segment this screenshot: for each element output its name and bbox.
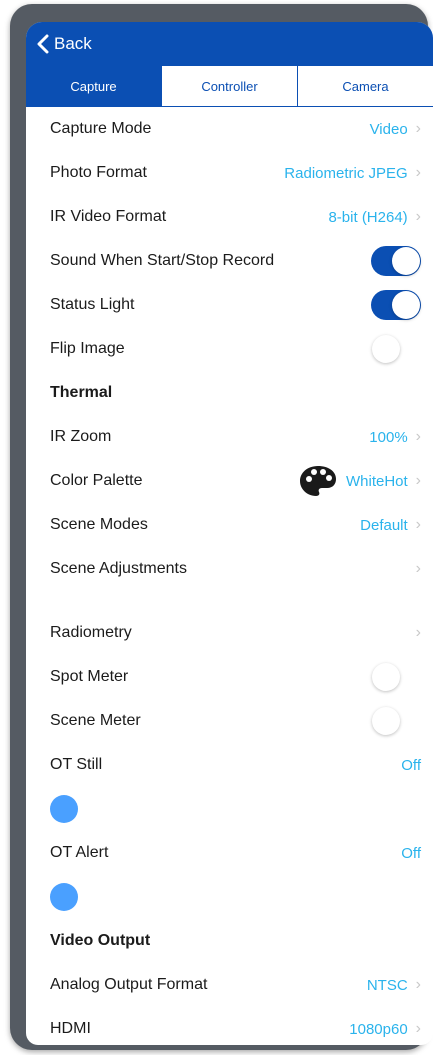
chevron-right-icon: › (415, 208, 421, 225)
row-ot-alert[interactable]: OT Alert Off (26, 831, 433, 875)
scene-adjustments-right: › (408, 560, 421, 578)
section-header-video-output: Video Output (26, 919, 433, 963)
status-light-toggle[interactable] (371, 290, 421, 320)
flip-image-toggle[interactable] (371, 334, 421, 364)
row-capture-mode[interactable]: Capture Mode Video › (26, 107, 433, 151)
radiometry-label: Radiometry (50, 624, 132, 641)
sound-record-label: Sound When Start/Stop Record (50, 252, 275, 269)
chevron-right-icon: › (415, 976, 421, 993)
hdmi-value: 1080p60 (349, 1020, 408, 1038)
ir-zoom-value: 100% (369, 428, 408, 446)
screen: Back Capture Controller Camera Capture M… (26, 22, 433, 1045)
chevron-right-icon: › (415, 120, 421, 137)
row-scene-adjustments[interactable]: Scene Adjustments › (26, 547, 433, 591)
color-palette-right: WhiteHot › (298, 464, 421, 498)
chevron-right-icon: › (415, 428, 421, 445)
hdmi-right: 1080p60 › (349, 1020, 421, 1038)
spot-meter-toggle[interactable] (371, 662, 421, 692)
scene-meter-toggle[interactable] (371, 706, 421, 736)
analog-output-right: NTSC › (367, 976, 421, 994)
sound-record-toggle[interactable] (371, 246, 421, 276)
back-button[interactable]: Back (36, 34, 92, 54)
ir-video-format-value: 8-bit (H264) (328, 208, 408, 226)
capture-mode-label: Capture Mode (50, 120, 152, 137)
tab-capture[interactable]: Capture (26, 66, 161, 106)
chevron-right-icon: › (415, 472, 421, 489)
photo-format-right: Radiometric JPEG › (284, 164, 421, 182)
toggle-knob (392, 291, 420, 319)
video-output-header: Video Output (50, 932, 151, 949)
status-light-label: Status Light (50, 296, 135, 313)
row-radiometry[interactable]: Radiometry › (26, 611, 433, 655)
ir-video-format-right: 8-bit (H264) › (328, 208, 421, 226)
scene-modes-right: Default › (360, 516, 421, 534)
settings-list: Capture Mode Video › Photo Format Radiom… (26, 107, 433, 1045)
row-flip-image: Flip Image (26, 327, 433, 371)
row-scene-modes[interactable]: Scene Modes Default › (26, 503, 433, 547)
toggle-knob (392, 247, 420, 275)
navigation-bar: Back (26, 22, 433, 66)
toggle-knob (372, 707, 400, 735)
row-scene-meter: Scene Meter (26, 699, 433, 743)
capture-mode-right: Video › (370, 120, 421, 138)
row-photo-format[interactable]: Photo Format Radiometric JPEG › (26, 151, 433, 195)
palette-icon (298, 464, 338, 498)
row-color-palette[interactable]: Color Palette WhiteHot › (26, 459, 433, 503)
spot-meter-label: Spot Meter (50, 668, 129, 685)
row-ot-still[interactable]: OT Still Off (26, 743, 433, 787)
hdmi-label: HDMI (50, 1020, 91, 1037)
toggle-knob (372, 663, 400, 691)
ot-still-slider-handle[interactable] (50, 795, 78, 823)
ir-video-format-label: IR Video Format (50, 208, 167, 225)
section-header-thermal: Thermal (26, 371, 433, 415)
flip-image-label: Flip Image (50, 340, 125, 357)
ot-still-label: OT Still (50, 756, 103, 773)
device-frame: Back Capture Controller Camera Capture M… (10, 4, 433, 1050)
row-ir-video-format[interactable]: IR Video Format 8-bit (H264) › (26, 195, 433, 239)
scene-modes-label: Scene Modes (50, 516, 148, 533)
back-label: Back (54, 34, 92, 53)
chevron-right-icon: › (415, 624, 421, 641)
photo-format-value: Radiometric JPEG (284, 164, 408, 182)
analog-output-label: Analog Output Format (50, 976, 208, 993)
chevron-right-icon: › (415, 164, 421, 181)
toggle-knob (372, 335, 400, 363)
radiometry-right: › (408, 624, 421, 642)
analog-output-value: NTSC (366, 976, 408, 994)
row-sound-record: Sound When Start/Stop Record (26, 239, 433, 283)
scene-adjustments-label: Scene Adjustments (50, 560, 187, 577)
ot-alert-label: OT Alert (50, 844, 109, 861)
ot-alert-slider-handle[interactable] (50, 883, 78, 911)
scene-modes-value: Default (360, 516, 408, 534)
capture-mode-value: Video (369, 120, 408, 138)
thermal-header: Thermal (50, 384, 113, 401)
row-spot-meter: Spot Meter (26, 655, 433, 699)
tab-controller[interactable]: Controller (161, 66, 297, 106)
segmented-control: Capture Controller Camera (26, 66, 433, 107)
ot-alert-value: Off (401, 844, 421, 862)
photo-format-label: Photo Format (50, 164, 147, 181)
row-status-light: Status Light (26, 283, 433, 327)
ir-zoom-right: 100% › (369, 428, 421, 446)
row-ir-zoom[interactable]: IR Zoom 100% › (26, 415, 433, 459)
chevron-right-icon: › (415, 1020, 421, 1037)
scene-meter-label: Scene Meter (50, 712, 141, 729)
ot-still-value: Off (401, 756, 421, 774)
color-palette-value: WhiteHot (345, 472, 408, 490)
chevron-right-icon: › (415, 516, 421, 533)
ot-alert-slider-row (26, 875, 433, 919)
row-hdmi[interactable]: HDMI 1080p60 › (26, 1007, 433, 1045)
color-palette-label: Color Palette (50, 472, 143, 489)
ot-still-slider-row (26, 787, 433, 831)
ir-zoom-label: IR Zoom (50, 428, 112, 445)
chevron-left-icon (36, 34, 50, 54)
tab-camera[interactable]: Camera (297, 66, 433, 106)
chevron-right-icon: › (415, 560, 421, 577)
row-analog-output[interactable]: Analog Output Format NTSC › (26, 963, 433, 1007)
